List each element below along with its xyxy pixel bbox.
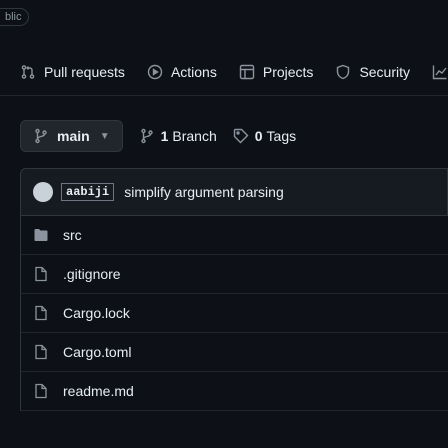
list-item[interactable]: Cargo.toml <box>20 333 448 372</box>
commit-author[interactable]: aabiji <box>61 183 115 201</box>
branch-bar: main ▼ 1 Branch 0 Tags <box>20 120 296 152</box>
branch-icon <box>140 128 153 144</box>
tag-icon <box>233 128 249 144</box>
tab-label: Projects <box>262 63 314 80</box>
visibility-badge: blic <box>0 8 29 26</box>
branch-word: Branch <box>172 128 217 144</box>
branch-count: 1 <box>160 128 169 144</box>
list-item[interactable]: src <box>20 216 448 255</box>
play-icon <box>147 64 163 80</box>
tag-word: Tags <box>266 128 297 144</box>
list-item[interactable]: readme.md <box>20 372 448 411</box>
tab-insights[interactable] <box>432 64 448 80</box>
shield-icon <box>335 64 351 80</box>
tab-label: Pull requests <box>44 63 125 80</box>
folder-icon <box>33 227 49 243</box>
tab-projects[interactable]: Projects <box>239 63 314 80</box>
file-icon <box>33 344 49 360</box>
avatar[interactable] <box>33 182 53 202</box>
branches-link[interactable]: 1 Branch <box>139 128 217 144</box>
file-name[interactable]: Cargo.toml <box>63 344 131 360</box>
table-icon <box>239 64 255 80</box>
branch-icon <box>35 128 47 144</box>
file-icon <box>33 305 49 321</box>
tab-security[interactable]: Security <box>335 64 410 80</box>
branch-selector[interactable]: main ▼ <box>20 120 123 152</box>
pull-request-icon <box>20 64 36 80</box>
file-list: src .gitignore Cargo.lock Cargo.toml rea… <box>20 216 448 411</box>
tag-count: 0 <box>254 128 263 144</box>
list-item[interactable]: Cargo.lock <box>20 294 448 333</box>
graph-icon <box>432 64 448 80</box>
tags-link[interactable]: 0 Tags <box>233 128 296 144</box>
file-icon <box>33 383 49 399</box>
file-name[interactable]: .gitignore <box>63 266 121 282</box>
branch-name: main <box>57 128 90 144</box>
tab-actions[interactable]: Actions <box>147 64 217 80</box>
file-name[interactable]: src <box>63 227 82 243</box>
file-icon <box>33 266 49 282</box>
tab-pull-requests[interactable]: Pull requests <box>20 64 125 80</box>
file-name[interactable]: Cargo.lock <box>63 305 130 321</box>
commit-message[interactable]: simplify argument parsing <box>124 184 284 200</box>
caret-down-icon: ▼ <box>99 130 110 142</box>
file-name[interactable]: readme.md <box>63 383 134 399</box>
tab-label: Actions <box>170 63 217 80</box>
repo-tabs: Pull requests Actions Projects Security <box>0 48 448 96</box>
list-item[interactable]: .gitignore <box>20 255 448 294</box>
latest-commit: aabiji simplify argument parsing <box>20 168 448 216</box>
tab-label: Security <box>359 63 411 80</box>
